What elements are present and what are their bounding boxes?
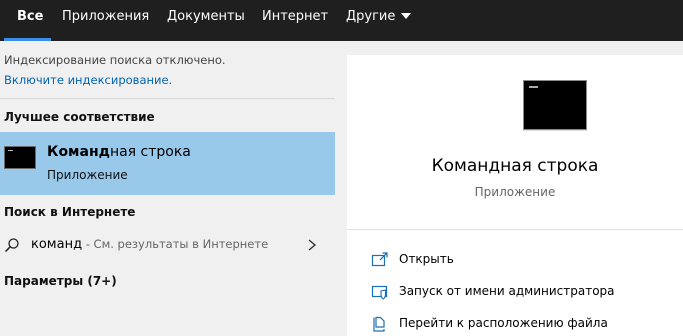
best-match-heading: Лучшее соответствие xyxy=(4,110,155,124)
enable-indexing-link[interactable]: Включите индексирование. xyxy=(4,73,172,87)
best-match-item[interactable]: Командная строка Приложение xyxy=(0,132,335,195)
best-match-title-rest: ная строка xyxy=(109,144,191,160)
best-match-subtitle: Приложение xyxy=(47,168,128,182)
web-search-heading: Поиск в Интернете xyxy=(4,205,136,219)
open-icon xyxy=(371,252,388,267)
web-query-hint: - См. результаты в Интернете xyxy=(82,237,269,251)
best-match-title-match: Команд xyxy=(47,144,110,160)
file-location-label: Перейти к расположению файла xyxy=(399,316,608,330)
best-match-title: Командная строка xyxy=(47,144,191,160)
web-search-result[interactable]: команд - См. результаты в Интернете xyxy=(0,231,335,261)
divider xyxy=(0,98,335,99)
shield-admin-icon xyxy=(371,285,388,300)
open-file-location-action[interactable]: Перейти к расположению файла xyxy=(371,313,671,335)
search-window: Все Приложения Документы Интернет Другие… xyxy=(0,0,683,336)
web-query-text: команд - См. результаты в Интернете xyxy=(31,237,268,252)
preview-subtitle: Приложение xyxy=(474,185,556,199)
preview-pane: Командная строка Приложение Открыть Запу… xyxy=(347,55,683,336)
command-prompt-icon xyxy=(4,146,36,169)
dropdown-arrow-icon xyxy=(401,12,412,19)
chevron-right-icon[interactable] xyxy=(306,238,318,252)
run-as-admin-action[interactable]: Запуск от имени администратора xyxy=(371,281,671,303)
open-action-label: Открыть xyxy=(399,252,454,266)
tab-other[interactable]: Другие xyxy=(346,0,412,41)
file-location-icon xyxy=(373,316,385,332)
results-pane: Индексирование поиска отключено. Включит… xyxy=(0,41,335,336)
search-tab-bar: Все Приложения Документы Интернет Другие xyxy=(0,0,683,41)
tab-documents[interactable]: Документы xyxy=(167,0,245,41)
tab-other-label: Другие xyxy=(346,9,396,24)
tab-internet[interactable]: Интернет xyxy=(262,0,328,41)
command-prompt-large-icon xyxy=(523,80,587,130)
run-as-admin-label: Запуск от имени администратора xyxy=(399,284,615,298)
settings-results-heading[interactable]: Параметры (7+) xyxy=(4,274,117,288)
tab-apps[interactable]: Приложения xyxy=(62,0,149,41)
open-action[interactable]: Открыть xyxy=(371,249,671,271)
web-query-term: команд xyxy=(31,237,83,252)
divider xyxy=(347,229,683,230)
tab-all[interactable]: Все xyxy=(17,0,43,41)
search-icon xyxy=(4,238,19,253)
indexing-notice: Индексирование поиска отключено. xyxy=(4,53,226,67)
preview-title: Командная строка xyxy=(431,156,599,176)
